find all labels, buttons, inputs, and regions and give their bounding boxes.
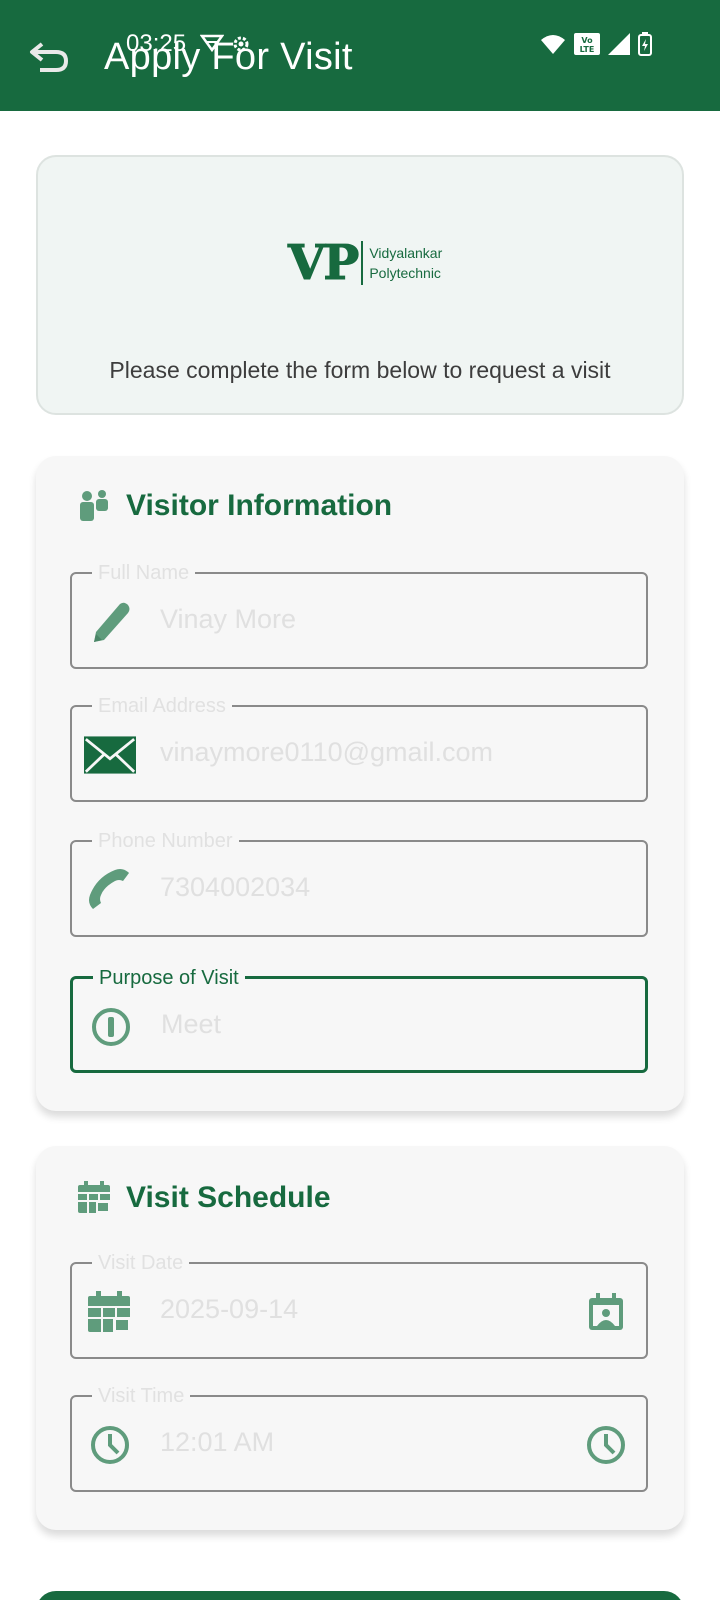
phone-value: 7304002034	[160, 872, 311, 902]
visit-date-value: 2025-09-14	[160, 1294, 299, 1324]
visitor-information-header: Visitor Information	[76, 488, 392, 524]
email-label: Email Address	[92, 694, 232, 718]
phone-icon	[84, 864, 136, 916]
calendar-pick-icon[interactable]	[584, 1290, 628, 1334]
full-name-field[interactable]: Full Name Vinay More	[70, 561, 648, 669]
visit-date-field[interactable]: Visit Date 2025-09-14	[70, 1251, 648, 1359]
pencil-icon	[84, 596, 136, 648]
svg-text:Vo: Vo	[581, 36, 593, 45]
people-icon	[76, 488, 112, 524]
app-bar: 03:25 Vo LTE Apply For Visit	[0, 0, 720, 111]
wifi-icon	[541, 35, 565, 54]
phone-label: Phone Number	[92, 829, 239, 853]
visit-time-label: Visit Time	[92, 1384, 191, 1408]
signal-icon	[608, 33, 630, 55]
purpose-value: Meet	[161, 1009, 222, 1039]
logo-line-2: Polytechnic	[369, 265, 441, 281]
submit-button[interactable]	[36, 1591, 684, 1600]
visitor-information-card: Visitor Information Full Name Vinay More…	[36, 456, 684, 1111]
calendar-icon	[84, 1286, 136, 1338]
logo-divider	[361, 241, 364, 285]
status-system-icons: Vo LTE	[540, 32, 652, 56]
purpose-of-visit-field[interactable]: Purpose of Visit Meet	[70, 966, 648, 1073]
volte-icon: VoLTE	[574, 33, 600, 55]
full-name-value: Vinay More	[160, 604, 297, 634]
section-title-visit-schedule: Visit Schedule	[126, 1181, 331, 1214]
battery-icon	[638, 32, 652, 56]
email-value: vinaymore0110@gmail.com	[160, 737, 494, 767]
purpose-label: Purpose of Visit	[93, 966, 245, 990]
envelope-icon	[84, 729, 136, 781]
time-pick-clock-icon[interactable]	[584, 1423, 628, 1467]
info-icon	[85, 1001, 137, 1053]
logo-line-1: Vidyalankar	[369, 245, 443, 261]
intro-subtitle: Please complete the form below to reques…	[109, 357, 611, 383]
visit-time-value: 12:01 AM	[160, 1427, 275, 1457]
intro-card: VP Vidyalankar Polytechnic Please comple…	[36, 155, 684, 415]
section-title-visitor-information: Visitor Information	[126, 489, 393, 522]
visit-schedule-header: Visit Schedule	[76, 1180, 331, 1216]
svg-text:LTE: LTE	[580, 45, 595, 54]
calendar-grid-icon	[76, 1180, 112, 1216]
phone-field[interactable]: Phone Number 7304002034	[70, 829, 648, 937]
full-name-label: Full Name	[92, 561, 196, 585]
visit-date-label: Visit Date	[92, 1251, 190, 1275]
logo-mark: VP	[287, 235, 359, 292]
email-field[interactable]: Email Address vinaymore0110@gmail.com	[70, 694, 648, 802]
clock-icon	[84, 1419, 136, 1471]
page-title: Apply For Visit	[104, 36, 353, 78]
visit-time-field[interactable]: Visit Time 12:01 AM	[70, 1384, 648, 1492]
back-arrow-icon[interactable]	[28, 36, 72, 76]
visit-schedule-card: Visit Schedule Visit Date 2025-09-14 Vis…	[36, 1146, 684, 1530]
institution-logo: VP Vidyalankar Polytechnic	[287, 235, 443, 292]
